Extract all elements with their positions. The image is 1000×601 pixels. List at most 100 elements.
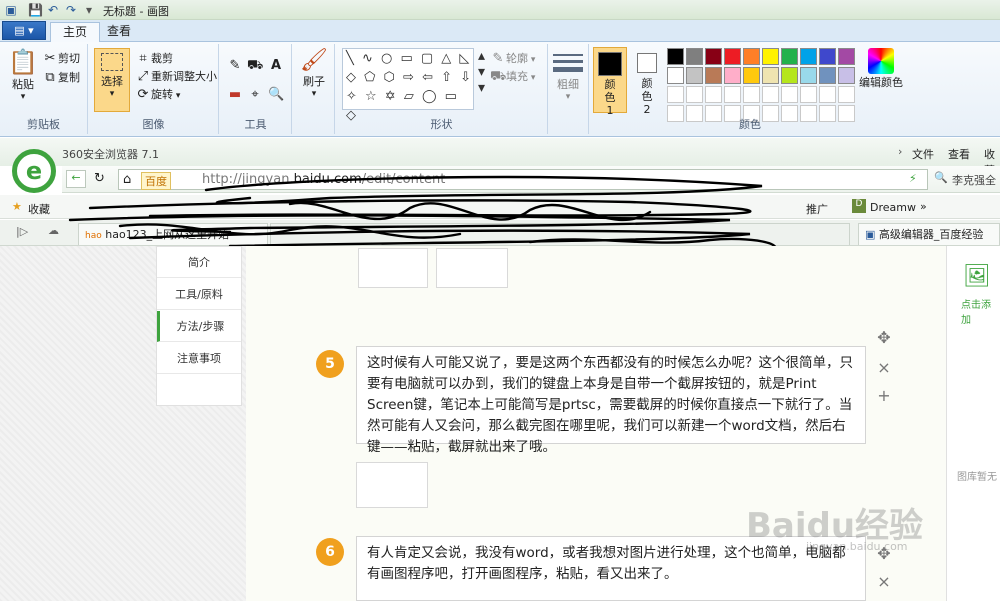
color-swatch[interactable] bbox=[800, 67, 817, 84]
resize-icon: ⤢ bbox=[137, 69, 149, 84]
color-swatch[interactable] bbox=[686, 67, 703, 84]
shapes-scroll[interactable]: ▴ ▾ ▾ bbox=[478, 48, 485, 96]
color-swatch[interactable] bbox=[667, 67, 684, 84]
tab-home[interactable]: 主页 bbox=[50, 22, 101, 42]
edit-colors-label: 编辑颜色 bbox=[859, 76, 903, 89]
plus-icon[interactable]: + bbox=[875, 386, 893, 405]
fill-button[interactable]: ⛟填充 ▾ bbox=[490, 68, 535, 85]
nav-intro[interactable]: 简介 bbox=[157, 247, 241, 278]
save-icon[interactable]: 💾 bbox=[28, 3, 43, 17]
paste-label: 粘贴 bbox=[12, 78, 34, 91]
menu-view[interactable]: 查看 bbox=[948, 146, 970, 162]
shape-gallery-icons[interactable]: ╲ ∿ ○ ▭ ▢ △ ◺ ◇ ⬠ ⬡ ⇨ ⇦ ⇧ ⇩ ✧ ☆ ✡ ▱ ◯ ▭ ◇ bbox=[346, 51, 473, 123]
color-swatch[interactable] bbox=[762, 48, 779, 65]
step5-thumbnail[interactable] bbox=[356, 462, 428, 508]
step4-thumbnail-2[interactable] bbox=[436, 248, 508, 288]
color-swatch[interactable] bbox=[781, 86, 798, 103]
sidebar-toggle-icon[interactable]: |▷ bbox=[16, 225, 28, 238]
chevron-down-icon: ▾ bbox=[109, 89, 115, 99]
color-swatch[interactable] bbox=[724, 86, 741, 103]
color-swatch[interactable] bbox=[667, 86, 684, 103]
color-swatch[interactable] bbox=[819, 67, 836, 84]
paste-icon: 📋 bbox=[8, 48, 38, 76]
search-icon[interactable]: 🔍 bbox=[934, 171, 948, 184]
redo-icon[interactable]: ↷ bbox=[64, 3, 78, 17]
canvas-browser-screenshot[interactable]: 360安全浏览器 7.1 › 文件 查看 收藏 e ← ↻ ⌂ 百度 http:… bbox=[0, 138, 1000, 601]
shapes-group: ╲ ∿ ○ ▭ ▢ △ ◺ ◇ ⬠ ⬡ ⇨ ⇦ ⇧ ⇩ ✧ ☆ ✡ ▱ ◯ ▭ ◇ … bbox=[336, 44, 548, 134]
copy-button[interactable]: ⧉ 复制 bbox=[42, 69, 80, 86]
undo-icon[interactable]: ↶ bbox=[46, 3, 60, 17]
color-swatch[interactable] bbox=[686, 86, 703, 103]
color-picker-icon[interactable]: ⌖ bbox=[247, 87, 263, 103]
select-rectangle-icon bbox=[101, 53, 123, 71]
crop-button[interactable]: ⌗ 裁剪 bbox=[135, 50, 173, 67]
resize-button[interactable]: ⤢ 重新调整大小 bbox=[135, 68, 217, 85]
tools-group-label: 工具 bbox=[244, 118, 267, 131]
color-swatch[interactable] bbox=[781, 67, 798, 84]
tab-view[interactable]: 查看 bbox=[95, 22, 143, 42]
user-name[interactable]: 李克强全 bbox=[952, 172, 996, 188]
paste-button[interactable]: 📋 粘贴 ▾ bbox=[8, 48, 38, 102]
color-swatch[interactable] bbox=[724, 48, 741, 65]
color-swatch[interactable] bbox=[781, 48, 798, 65]
color-swatch[interactable] bbox=[762, 67, 779, 84]
color-swatch[interactable] bbox=[800, 48, 817, 65]
color2-swatch bbox=[637, 53, 657, 73]
color-swatch[interactable] bbox=[743, 48, 760, 65]
color1-button[interactable]: 颜色 1 bbox=[593, 47, 627, 117]
step-number-6: 6 bbox=[316, 538, 344, 566]
color1-label: 颜色 1 bbox=[604, 78, 616, 117]
close-icon[interactable]: × bbox=[875, 358, 893, 377]
rotate-button[interactable]: ⟳ 旋转 ▾ bbox=[135, 86, 181, 103]
lightning-icon[interactable]: ⚡ bbox=[909, 172, 917, 185]
color-swatch[interactable] bbox=[705, 67, 722, 84]
edit-colors-button[interactable]: 编辑颜色 bbox=[856, 48, 906, 90]
brushes-button[interactable]: 🖌 刷子 ▾ bbox=[297, 48, 331, 99]
step4-thumbnail-1[interactable] bbox=[358, 248, 428, 288]
outline-label: 轮廓 bbox=[506, 52, 528, 65]
color-swatch[interactable] bbox=[819, 48, 836, 65]
nav-notes[interactable]: 注意事项 bbox=[157, 343, 241, 374]
magnifier-icon[interactable]: 🔍 bbox=[268, 87, 284, 103]
color-swatch[interactable] bbox=[743, 67, 760, 84]
eraser-icon[interactable]: ▬ bbox=[227, 87, 243, 103]
nav-tools[interactable]: 工具/原料 bbox=[157, 279, 241, 310]
crop-icon: ⌗ bbox=[139, 51, 147, 66]
select-button[interactable]: 选择 ▾ bbox=[94, 48, 130, 112]
menu-file[interactable]: 文件 bbox=[912, 146, 934, 162]
size-label: 粗细 bbox=[557, 78, 579, 91]
color-swatch[interactable] bbox=[667, 48, 684, 65]
color-swatch[interactable] bbox=[705, 86, 722, 103]
step-5-text[interactable]: 这时候有人可能又说了，要是这两个东西都没有的时候怎么办呢？这个很简单，只要有电脑… bbox=[356, 346, 866, 455]
color-swatch[interactable] bbox=[743, 86, 760, 103]
outline-button[interactable]: ✎ 轮廓 ▾ bbox=[490, 50, 536, 67]
pencil-icon[interactable]: ✎ bbox=[227, 58, 243, 74]
file-menu-button[interactable]: ▤ ▾ bbox=[2, 21, 46, 40]
shapes-gallery[interactable]: ╲ ∿ ○ ▭ ▢ △ ◺ ◇ ⬠ ⬡ ⇨ ⇦ ⇧ ⇩ ✧ ☆ ✡ ▱ ◯ ▭ ◇ bbox=[342, 48, 474, 123]
color-swatch[interactable] bbox=[686, 48, 703, 65]
move-icon[interactable]: ✥ bbox=[875, 328, 893, 347]
close-icon[interactable]: × bbox=[875, 572, 893, 591]
color-swatch[interactable] bbox=[705, 48, 722, 65]
nav-steps[interactable]: 方法/步骤 bbox=[157, 311, 241, 342]
text-tool-icon[interactable]: A bbox=[268, 58, 284, 74]
color-swatch[interactable] bbox=[838, 67, 855, 84]
color-swatch[interactable] bbox=[819, 86, 836, 103]
color-swatch[interactable] bbox=[762, 86, 779, 103]
color2-button[interactable]: 颜色 2 bbox=[630, 47, 664, 116]
color-swatch[interactable] bbox=[724, 67, 741, 84]
image-group: 选择 ▾ ⌗ 裁剪 ⤢ 重新调整大小 ⟳ 旋转 ▾ 图像 bbox=[89, 44, 219, 134]
ribbon: 📋 粘贴 ▾ ✂ 剪切 ⧉ 复制 剪贴板 选择 ▾ ⌗ 裁剪 ⤢ 重新调整大小 ⟳ 旋转 … bbox=[0, 42, 1000, 137]
fill-bucket-icon[interactable]: ⛟ bbox=[247, 58, 263, 74]
more-bookmarks-icon[interactable]: » bbox=[920, 200, 927, 213]
customize-quick-access-icon[interactable]: ▾ bbox=[82, 3, 96, 17]
add-image-icon[interactable]: 🖼 bbox=[963, 264, 991, 289]
tab-advanced-editor[interactable]: ▣ 高级编辑器_百度经验 bbox=[858, 223, 1000, 245]
color-swatch[interactable] bbox=[838, 48, 855, 65]
size-button[interactable]: 粗细 ▾ bbox=[553, 50, 583, 102]
bookmark-dreamweaver[interactable]: Dreamw bbox=[870, 201, 916, 214]
cut-button[interactable]: ✂ 剪切 bbox=[42, 50, 80, 67]
color-swatch[interactable] bbox=[838, 86, 855, 103]
color-swatch[interactable] bbox=[800, 86, 817, 103]
click-add-label[interactable]: 点击添加 bbox=[961, 296, 1000, 326]
